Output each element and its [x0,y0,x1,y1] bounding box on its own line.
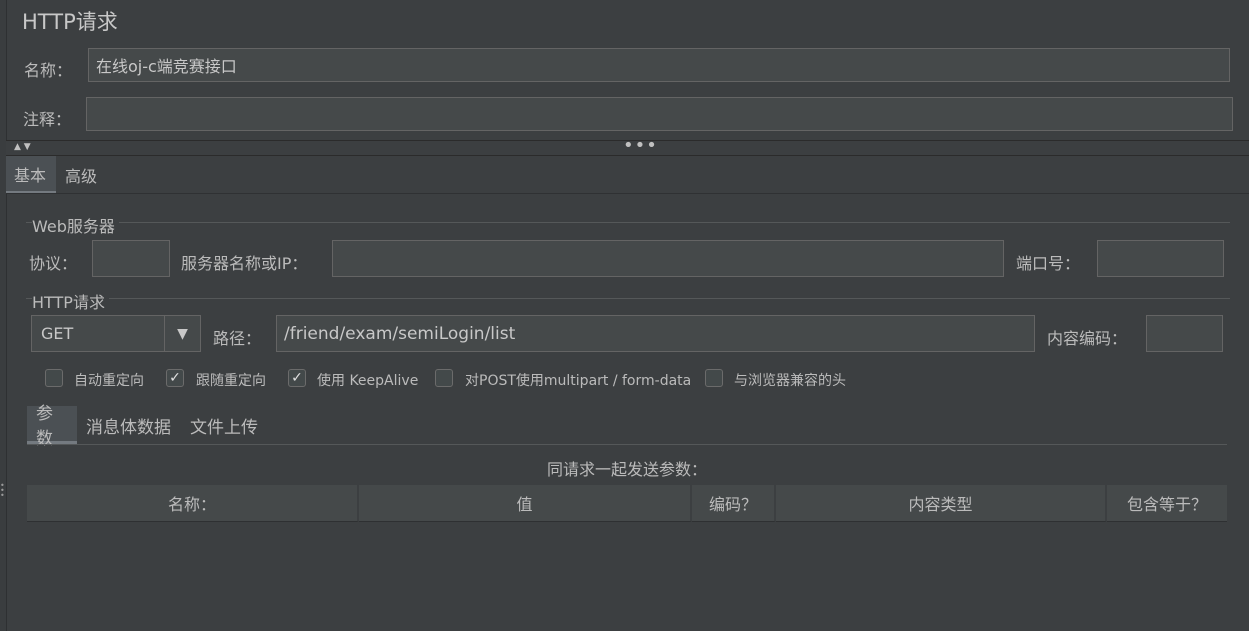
name-field[interactable]: 在线oj-c端竞赛接口 [88,48,1230,82]
tab-file-upload-label: 文件上传 [190,417,258,438]
browser-compatible-headers-label: 与浏览器兼容的头 [734,373,846,389]
follow-redirect-checkbox[interactable]: ✓ [166,369,184,387]
name-field-value: 在线oj-c端竞赛接口 [96,57,237,76]
column-header-content-type[interactable]: 内容类型 [776,485,1107,522]
column-header-encode[interactable]: 编码？ [692,485,776,522]
server-name-field[interactable] [332,240,1004,277]
server-name-label: 服务器名称或IP： [181,254,308,273]
column-header-value[interactable]: 值 [359,485,692,522]
tab-divider [6,193,1249,194]
tab-advanced-label: 高级 [65,167,98,186]
splitter-grip-icon[interactable]: ••• [623,135,658,156]
params-table-header: 名称： 值 编码？ 内容类型 包含等于？ [27,485,1227,522]
tab-basic[interactable]: 基本 [6,156,56,194]
port-field[interactable] [1097,240,1224,277]
collapse-arrows-icon[interactable]: ▲ ▼ [14,142,31,152]
web-server-group-title: Web服务器 [32,213,119,237]
comment-field[interactable] [86,97,1233,131]
multipart-label: 对POST使用multipart / form-data [465,373,692,389]
comment-label: 注释： [23,110,72,129]
check-icon: ✓ [169,370,181,386]
check-icon: ✓ [291,370,303,386]
protocol-field[interactable] [92,240,170,277]
splitter-bar[interactable]: ▲ ▼ ••• [6,135,1249,156]
subtab-divider [27,444,1227,445]
page-title: HTTP请求 [22,10,118,34]
content-encoding-field[interactable] [1146,315,1223,352]
path-value: /friend/exam/semiLogin/list [284,323,516,344]
auto-redirect-label: 自动重定向 [74,373,144,389]
multipart-checkbox[interactable] [435,369,453,387]
window-left-border [0,0,7,631]
browser-compatible-headers-checkbox[interactable] [705,369,723,387]
tab-parameters-label: 参数 [36,403,53,449]
keepalive-label: 使用 KeepAlive [317,373,419,389]
name-label: 名称： [24,61,73,80]
tab-basic-label: 基本 [14,165,47,185]
triangle-down-icon[interactable]: ▼ [164,316,200,351]
web-server-group-border [26,222,1230,223]
column-header-include-equals[interactable]: 包含等于？ [1107,485,1227,522]
protocol-label: 协议： [29,254,78,273]
follow-redirect-label: 跟随重定向 [196,373,266,389]
port-label: 端口号： [1016,254,1081,273]
path-field[interactable]: /friend/exam/semiLogin/list [276,315,1035,352]
path-label: 路径： [213,329,262,348]
keepalive-checkbox[interactable]: ✓ [288,369,306,387]
http-request-group-title: HTTP请求 [32,289,109,313]
column-header-name[interactable]: 名称： [27,485,359,522]
params-table-body[interactable] [27,522,1227,622]
method-select-value: GET [41,324,74,343]
tab-body-data-label: 消息体数据 [86,417,171,438]
resize-grip-icon[interactable]: • • • [0,482,5,500]
content-encoding-label: 内容编码： [1047,329,1128,348]
tab-body-data[interactable]: 消息体数据 [86,406,171,444]
method-select[interactable]: GET ▼ [31,315,201,352]
tab-parameters[interactable]: 参数 [27,404,77,449]
params-caption: 同请求一起发送参数： [546,460,707,479]
auto-redirect-checkbox[interactable] [45,369,63,387]
tab-advanced[interactable]: 高级 [65,156,97,194]
tab-file-upload[interactable]: 文件上传 [190,406,258,444]
http-request-group-border [26,298,1230,299]
